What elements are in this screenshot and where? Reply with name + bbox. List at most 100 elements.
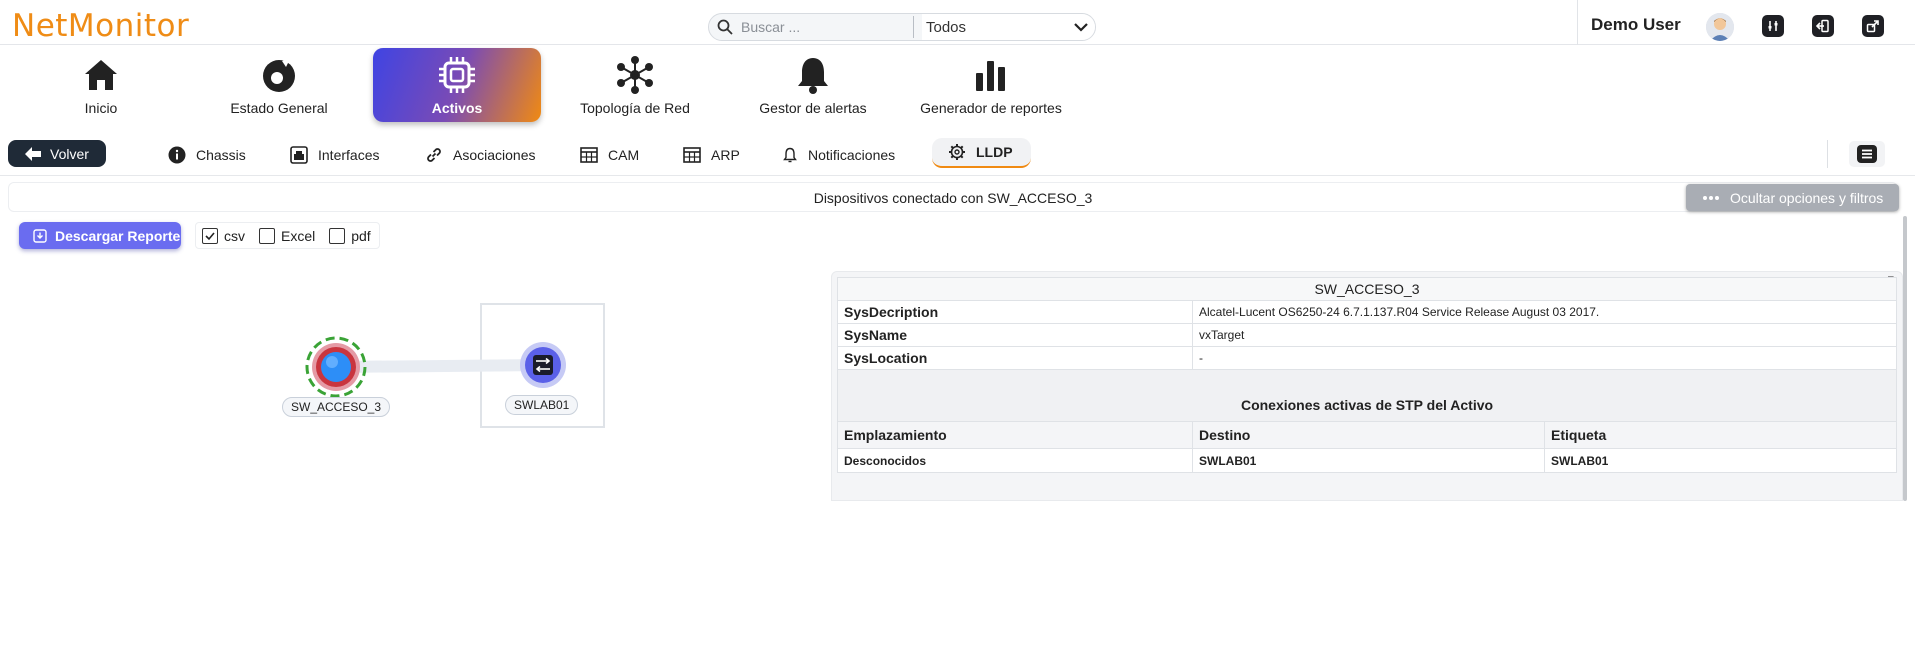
field-value: Alcatel-Lucent OS6250-24 6.7.1.137.R04 S… [1192, 300, 1897, 324]
arrow-left-icon [25, 146, 42, 161]
tab-lldp[interactable]: LLDP [932, 138, 1031, 168]
checkbox-csv[interactable] [202, 227, 218, 244]
bar-chart-icon [974, 55, 1008, 95]
settings-sliders-button[interactable] [1762, 15, 1784, 37]
tab-chassis[interactable]: Chassis [168, 142, 246, 168]
format-label: Excel [281, 227, 316, 244]
device-info-table: SW_ACCESO_3 SysDecription Alcatel-Lucent… [837, 277, 1897, 473]
toggle-filters-label: Ocultar opciones y filtros [1730, 189, 1884, 206]
tab-arp[interactable]: ARP [683, 142, 740, 168]
column-header: Destino [1192, 421, 1545, 449]
toggle-filters-button[interactable]: Ocultar opciones y filtros [1686, 184, 1899, 211]
node-sw-acceso-3[interactable] [301, 332, 371, 402]
sliders-icon [1768, 21, 1778, 31]
search-icon [709, 14, 741, 40]
tab-interfaces[interactable]: Interfaces [290, 142, 379, 168]
field-label: SysLocation [837, 346, 1193, 370]
table-header-row: Emplazamiento Destino Etiqueta [837, 421, 1897, 449]
scrollbar[interactable] [1903, 216, 1907, 501]
app-logo[interactable]: NetMonitor [12, 8, 189, 44]
table-row: Desconocidos SWLAB01 SWLAB01 [837, 448, 1897, 473]
module-label: Inicio [84, 100, 118, 116]
more-dots-icon [1703, 195, 1719, 200]
format-options: csv Excel pdf [195, 222, 380, 249]
menu-button[interactable] [1849, 141, 1885, 167]
module-nav: Inicio Estado General Activos Topología … [0, 48, 1915, 124]
download-icon [33, 228, 47, 243]
tab-label: LLDP [976, 144, 1013, 160]
module-label: Estado General [230, 100, 328, 116]
back-button[interactable]: Volver [8, 140, 106, 167]
asset-subtabs: Volver Chassis Interfaces Asociaciones C… [0, 136, 1915, 176]
gauge-icon [260, 55, 298, 95]
field-label: SysDecription [837, 300, 1193, 324]
table-cell: SWLAB01 [1544, 448, 1897, 473]
checkbox-pdf[interactable] [329, 227, 346, 244]
content-title-bar: Dispositivos conectado con SW_ACCESO_3 [8, 182, 1898, 212]
user-name: Demo User [1591, 15, 1681, 34]
module-gestor-alertas[interactable]: Gestor de alertas [729, 48, 897, 122]
tab-asociaciones[interactable]: Asociaciones [425, 142, 536, 168]
table-cell: Desconocidos [837, 448, 1193, 473]
search-bar: Todos [708, 13, 1096, 41]
format-csv[interactable]: csv [202, 227, 245, 244]
module-generador-reportes[interactable]: Generador de reportes [907, 48, 1075, 122]
tab-label: CAM [608, 147, 640, 163]
module-estado-general[interactable]: Estado General [195, 48, 363, 122]
node-swlab01[interactable] [518, 340, 568, 390]
download-report-button[interactable]: Descargar Reporte [19, 222, 181, 249]
hamburger-menu-icon [1857, 145, 1877, 163]
node-label: SWLAB01 [505, 395, 579, 415]
avatar[interactable] [1706, 13, 1734, 41]
table-icon [683, 147, 701, 163]
home-icon [83, 55, 119, 95]
table-row: SysName vxTarget [837, 323, 1897, 347]
module-label: Topología de Red [580, 100, 690, 116]
chip-icon [438, 55, 476, 95]
table-icon [580, 147, 598, 163]
module-label: Generador de reportes [920, 100, 1062, 116]
module-activos[interactable]: Activos [373, 48, 541, 122]
check-icon [205, 231, 215, 240]
search-input[interactable] [741, 15, 911, 39]
top-header: NetMonitor Todos Demo User [0, 0, 1915, 45]
gear-icon [949, 144, 965, 160]
search-scope-select[interactable]: Todos [922, 14, 1095, 40]
tab-label: Chassis [196, 147, 246, 163]
search-divider [913, 16, 914, 38]
column-header: Emplazamiento [837, 421, 1193, 449]
table-cell: SWLAB01 [1192, 448, 1545, 473]
logout-button[interactable] [1812, 15, 1834, 37]
tab-cam[interactable]: CAM [580, 142, 639, 168]
checkbox-excel[interactable] [259, 227, 275, 244]
tab-label: Interfaces [318, 147, 380, 163]
graph-edges [330, 359, 548, 373]
format-label: pdf [351, 227, 371, 244]
table-row: SysLocation - [837, 346, 1897, 370]
lldp-graph[interactable]: SW_ACCESO_3 SWLAB01 [0, 270, 820, 470]
search-scope-value: Todos [926, 18, 967, 36]
link-icon [427, 148, 441, 162]
field-value: vxTarget [1192, 323, 1897, 347]
table-row: SysDecription Alcatel-Lucent OS6250-24 6… [837, 300, 1897, 324]
back-button-label: Volver [50, 145, 89, 162]
switch-window-button[interactable] [1862, 15, 1884, 37]
column-header: Etiqueta [1544, 421, 1897, 449]
page-title: Dispositivos conectado con SW_ACCESO_3 [813, 190, 1093, 206]
chevron-down-icon [1074, 23, 1088, 32]
bell-icon [783, 147, 797, 163]
stp-section-title: Conexiones activas de STP del Activo [837, 369, 1897, 422]
external-window-icon [1866, 20, 1879, 33]
module-topologia[interactable]: Topología de Red [551, 48, 719, 122]
header-divider [1577, 0, 1578, 45]
tab-notificaciones[interactable]: Notificaciones [782, 142, 895, 168]
interfaces-icon [290, 146, 308, 164]
device-name-header: SW_ACCESO_3 [837, 277, 1897, 301]
format-pdf[interactable]: pdf [329, 227, 371, 244]
field-value: - [1192, 346, 1897, 370]
module-inicio[interactable]: Inicio [17, 48, 185, 122]
tab-label: Asociaciones [453, 147, 536, 163]
subtabs-divider [1827, 140, 1828, 168]
topology-icon [616, 55, 654, 95]
format-excel[interactable]: Excel [259, 227, 316, 244]
